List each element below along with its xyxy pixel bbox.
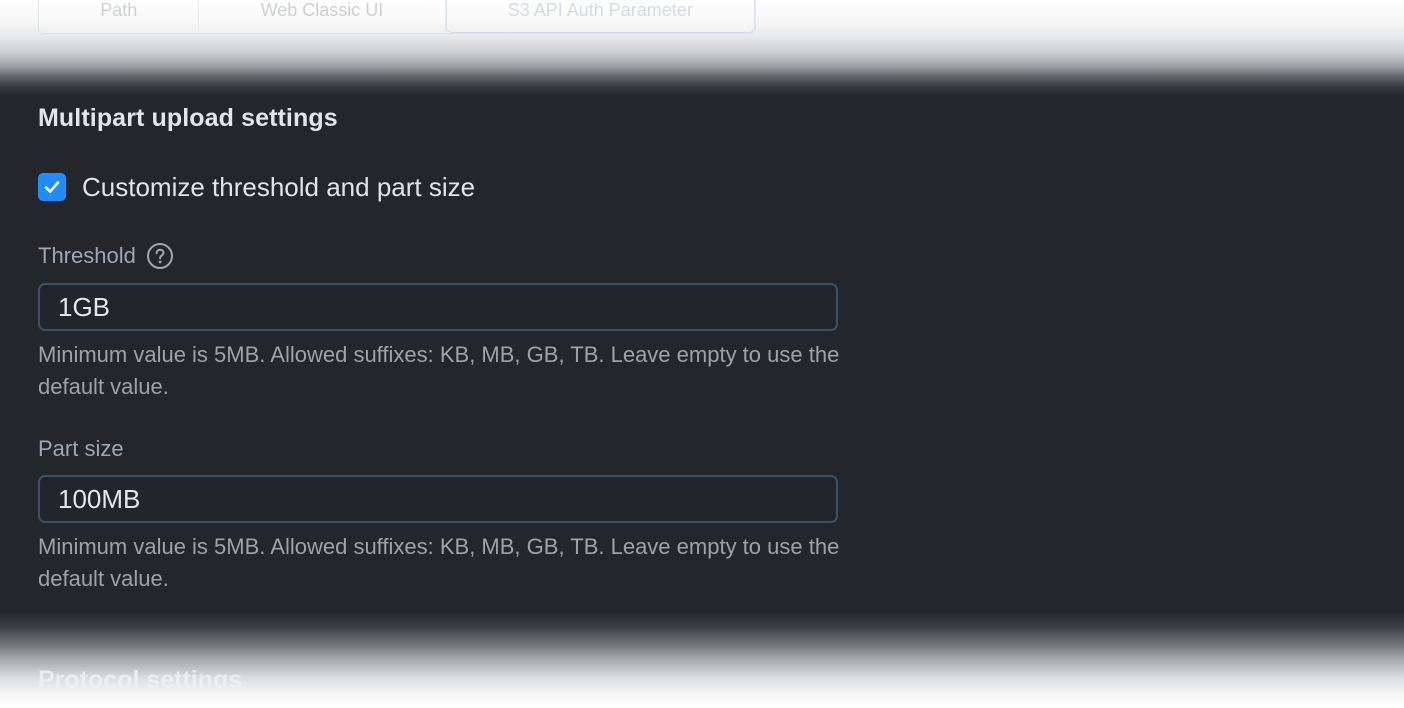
segment-option-path[interactable]: Path: [39, 0, 200, 33]
threshold-label-row: Threshold: [38, 242, 174, 270]
checkmark-icon: [44, 181, 60, 193]
bottom-fade-region: Protocol settings: [0, 612, 1404, 708]
part-size-label: Part size: [38, 436, 124, 461]
top-fade-region: Path Web Classic UI S3 API Auth Paramete…: [0, 0, 1404, 96]
address-style-segmented-control[interactable]: Path Web Classic UI S3 API Auth Paramete…: [38, 0, 756, 34]
segment-option-web-classic[interactable]: Web Classic UI: [199, 0, 446, 33]
customize-threshold-checkbox[interactable]: [38, 173, 66, 201]
protocol-settings-title: Protocol settings: [38, 666, 243, 694]
segment-option-s3-api-auth[interactable]: S3 API Auth Parameter: [445, 0, 756, 33]
part-size-input[interactable]: [38, 475, 838, 523]
part-size-label-row: Part size: [38, 436, 124, 462]
customize-threshold-label[interactable]: Customize threshold and part size: [82, 172, 475, 203]
threshold-input[interactable]: [38, 283, 838, 331]
threshold-label: Threshold: [38, 243, 136, 268]
threshold-hint: Minimum value is 5MB. Allowed suffixes: …: [38, 342, 840, 399]
multipart-section-title: Multipart upload settings: [38, 104, 338, 132]
customize-threshold-checkbox-row[interactable]: Customize threshold and part size: [38, 172, 475, 202]
part-size-hint: Minimum value is 5MB. Allowed suffixes: …: [38, 534, 840, 591]
question-circle-icon[interactable]: [146, 242, 174, 270]
